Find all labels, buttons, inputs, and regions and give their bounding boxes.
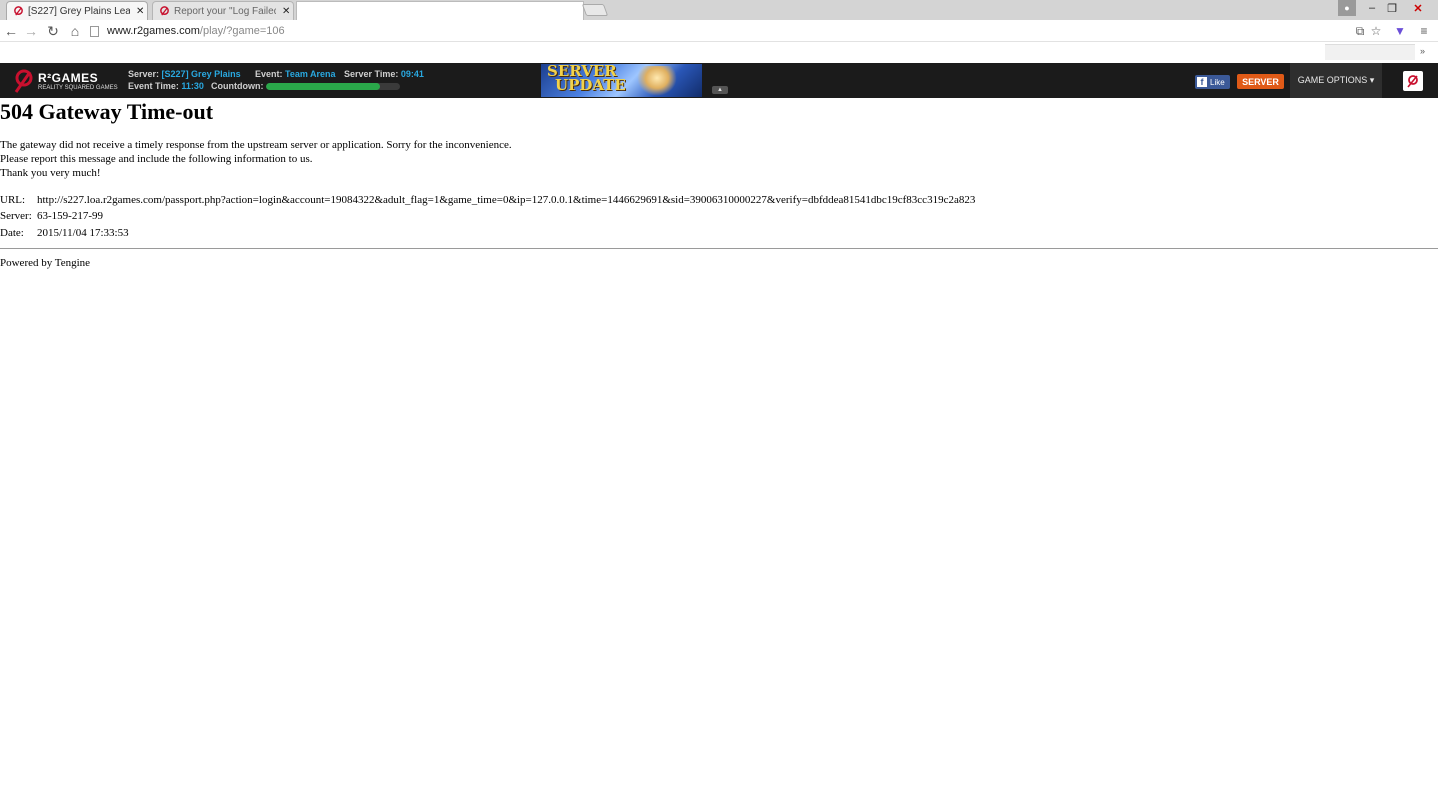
- r2games-favicon-icon: [14, 5, 23, 16]
- countdown-progress-fill: [266, 83, 380, 90]
- translate-icon[interactable]: ⧉: [1352, 23, 1368, 39]
- tab-label: [S227] Grey Plains League: [28, 5, 130, 17]
- date-label: Date:: [0, 227, 24, 239]
- server-info: Server: [S227] Grey Plains: [128, 69, 241, 79]
- powered-by-footer: Powered by Tengine: [0, 257, 91, 269]
- event-info: Event: Team Arena: [255, 69, 336, 79]
- server-button[interactable]: SERVER: [1237, 74, 1284, 89]
- home-icon[interactable]: ⌂: [66, 23, 84, 39]
- browser-toolbar: ← → ↻ ⌂ www.r2games.com/play/?game=106 ⧉…: [0, 20, 1438, 42]
- server-value: 63-159-217-99: [37, 210, 103, 222]
- server-label: Server:: [0, 210, 32, 222]
- error-message-line-1: The gateway did not receive a timely res…: [0, 139, 512, 151]
- error-title: 504 Gateway Time-out: [0, 99, 214, 124]
- url-value: http://s227.loa.r2games.com/passport.php…: [37, 194, 976, 206]
- event-time-info: Event Time: 11:30: [128, 81, 204, 91]
- countdown-info: Countdown:: [211, 81, 263, 91]
- countdown-progress-bar: [266, 83, 400, 90]
- bookmark-bar: »: [0, 42, 1438, 62]
- reload-icon[interactable]: ↻: [44, 23, 62, 39]
- chevron-right-icon[interactable]: »: [1420, 46, 1425, 56]
- bookmark-star-icon[interactable]: ☆: [1368, 23, 1384, 39]
- profile-icon[interactable]: ●: [1338, 0, 1356, 16]
- facebook-like-button[interactable]: f Like: [1195, 75, 1230, 89]
- address-bar[interactable]: www.r2games.com/play/?game=106: [90, 22, 1324, 40]
- facebook-icon: f: [1197, 77, 1207, 87]
- url-host: www.r2games.com: [107, 25, 200, 37]
- logo-tagline: REALITY SQUARED GAMES: [38, 85, 118, 91]
- restore-icon[interactable]: ❐: [1382, 0, 1402, 16]
- banner-text: SERVER UPDATE: [547, 64, 626, 94]
- minimize-icon[interactable]: –: [1362, 0, 1382, 16]
- divider: [0, 248, 1438, 249]
- game-options-menu[interactable]: GAME OPTIONS ▾: [1290, 63, 1382, 98]
- countdown-label: Countdown:: [211, 81, 264, 91]
- r2games-corner-logo-icon[interactable]: [1403, 71, 1423, 91]
- like-label: Like: [1210, 77, 1225, 87]
- event-value: Team Arena: [285, 69, 336, 79]
- banner-character-art: [637, 66, 677, 96]
- event-label: Event:: [255, 69, 283, 79]
- server-update-banner[interactable]: SERVER UPDATE: [541, 64, 702, 97]
- tab-report-log-failed[interactable]: Report your "Log Failed" I ✕: [152, 1, 294, 20]
- r2games-logo-icon: [14, 69, 33, 93]
- browser-tab-strip: [S227] Grey Plains League ✕ Report your …: [0, 0, 1438, 20]
- url-label: URL:: [0, 194, 26, 206]
- extension-icon[interactable]: ▼: [1392, 23, 1408, 39]
- tab-label: Report your "Log Failed" I: [174, 5, 276, 17]
- server-time-value: 09:41: [400, 69, 424, 79]
- page-icon: [90, 25, 99, 37]
- r2-mark-icon: [1407, 75, 1418, 88]
- event-time-value: 11:30: [181, 81, 204, 91]
- tab-grey-plains-league[interactable]: [S227] Grey Plains League ✕: [6, 1, 148, 20]
- url-path: /play/?game=106: [199, 25, 285, 37]
- back-arrow-icon[interactable]: ←: [2, 23, 20, 39]
- tab-close-icon[interactable]: ✕: [282, 6, 290, 17]
- menu-icon[interactable]: ≡: [1416, 23, 1432, 39]
- r2games-logo[interactable]: R²GAMES REALITY SQUARED GAMES: [10, 65, 122, 95]
- new-tab-button[interactable]: [581, 4, 609, 16]
- r2games-favicon-icon: [160, 5, 169, 16]
- bookmark-area: [1325, 44, 1415, 60]
- server-value: [S227] Grey Plains: [161, 69, 241, 79]
- tab-close-icon[interactable]: ✕: [136, 6, 144, 17]
- collapse-banner-chevron-up-icon[interactable]: ▲: [712, 86, 728, 94]
- server-time-info: Server Time: 09:41: [344, 69, 424, 79]
- date-value: 2015/11/04 17:33:53: [37, 227, 129, 239]
- error-message-line-2: Please report this message and include t…: [0, 153, 313, 165]
- banner-line-2: UPDATE: [555, 76, 626, 94]
- logo-name: R²GAMES: [38, 71, 99, 85]
- tab-blank[interactable]: [296, 1, 584, 20]
- error-message-line-3: Thank you very much!: [0, 167, 101, 179]
- forward-arrow-icon[interactable]: →: [22, 23, 40, 39]
- event-time-label: Event Time:: [128, 81, 179, 91]
- window-close-icon[interactable]: ✕: [1404, 0, 1432, 16]
- server-time-label: Server Time:: [344, 69, 399, 79]
- server-label: Server:: [128, 69, 160, 79]
